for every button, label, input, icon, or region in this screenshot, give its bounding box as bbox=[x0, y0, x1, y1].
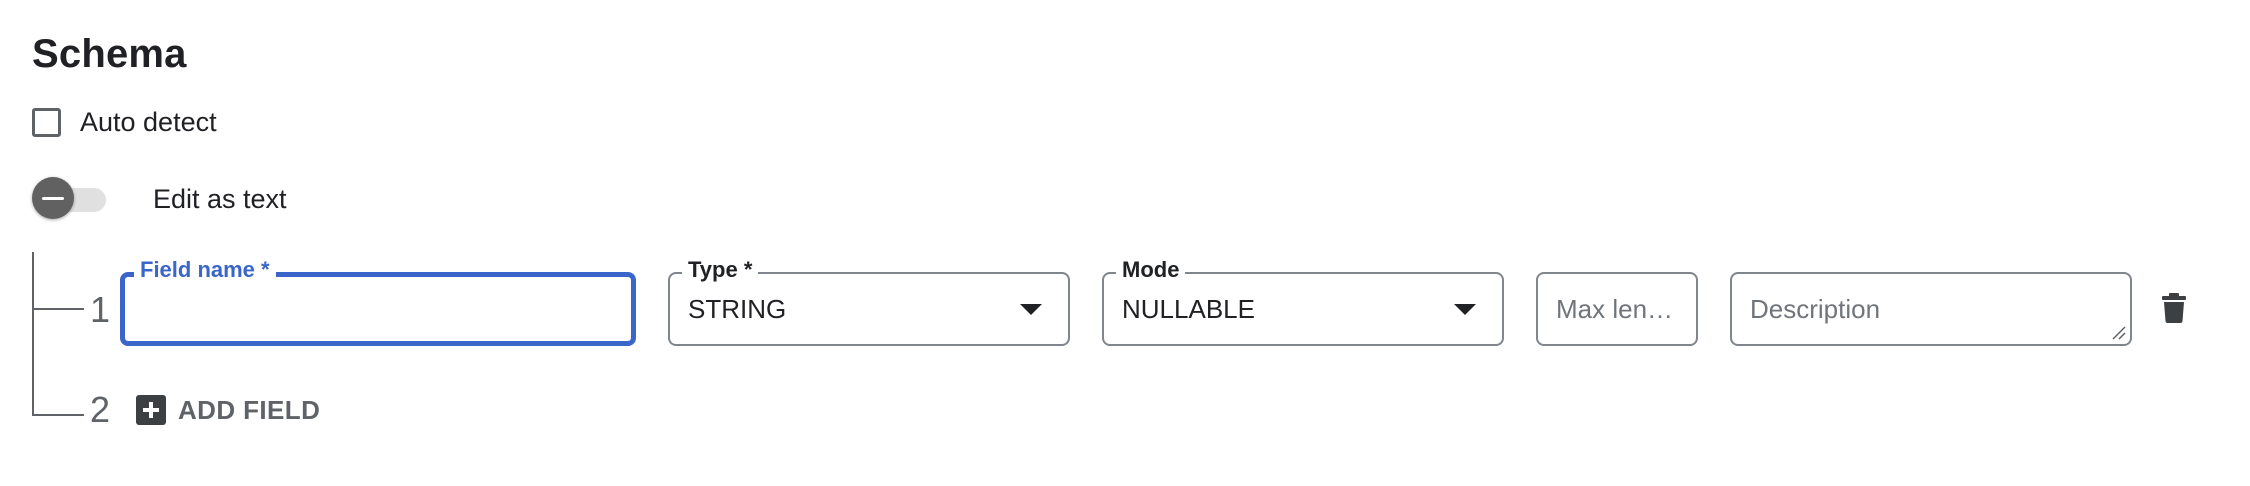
add-field-label: ADD FIELD bbox=[178, 394, 321, 425]
add-field-button[interactable]: ADD FIELD bbox=[136, 390, 320, 430]
add-box-icon bbox=[136, 395, 166, 425]
type-select[interactable]: Type * STRING bbox=[668, 256, 1070, 346]
tree-branch-line bbox=[32, 414, 84, 416]
tree-vertical-line bbox=[32, 252, 34, 416]
field-row-number: 1 bbox=[90, 289, 111, 330]
toggle-off-icon bbox=[42, 196, 64, 200]
auto-detect-label[interactable]: Auto detect bbox=[80, 107, 217, 138]
tree-branch-line bbox=[32, 308, 84, 310]
toggle-knob bbox=[32, 177, 74, 219]
edit-as-text-toggle[interactable] bbox=[32, 176, 106, 222]
dropdown-arrow-icon bbox=[1020, 304, 1042, 315]
mode-value: NULLABLE bbox=[1122, 293, 1255, 324]
auto-detect-control[interactable]: Auto detect bbox=[32, 104, 217, 140]
edit-as-text-control[interactable]: Edit as text bbox=[32, 176, 287, 222]
description-placeholder: Description bbox=[1750, 293, 1881, 324]
resize-handle-icon[interactable] bbox=[2110, 324, 2126, 340]
type-value: STRING bbox=[688, 293, 787, 324]
max-length-placeholder: Max len… bbox=[1556, 293, 1674, 324]
dropdown-arrow-icon bbox=[1454, 304, 1476, 315]
auto-detect-checkbox[interactable] bbox=[32, 107, 61, 137]
field-name-label: Field name * bbox=[134, 256, 276, 284]
delete-field-button[interactable] bbox=[2156, 290, 2192, 326]
schema-title: Schema bbox=[32, 32, 187, 76]
max-length-input[interactable]: Max len… bbox=[1536, 272, 1698, 346]
trash-icon bbox=[2162, 293, 2186, 323]
field-name-input[interactable]: Field name * bbox=[120, 256, 636, 346]
add-row-number: 2 bbox=[90, 389, 111, 430]
description-textarea[interactable]: Description bbox=[1730, 272, 2132, 346]
mode-select[interactable]: Mode NULLABLE bbox=[1102, 256, 1504, 346]
edit-as-text-label[interactable]: Edit as text bbox=[153, 184, 287, 215]
